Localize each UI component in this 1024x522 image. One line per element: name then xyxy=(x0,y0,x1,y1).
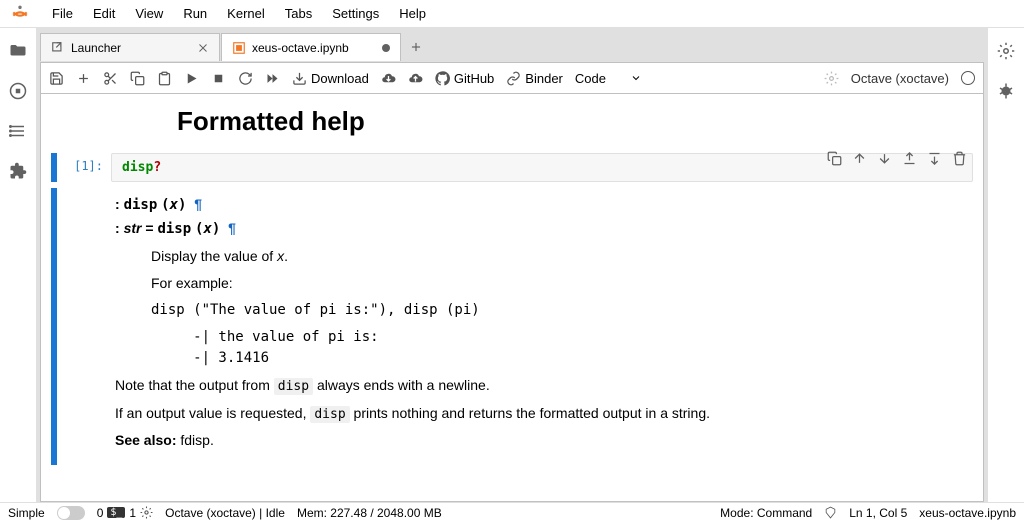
terminal-icon: $_ xyxy=(107,507,125,518)
run-icon[interactable] xyxy=(184,71,199,86)
notebook-toolbar: Download GitHub Binder Code Octave (xoct… xyxy=(40,62,984,94)
lsp-icon xyxy=(140,506,153,519)
download-label: Download xyxy=(311,71,369,86)
main-panel: Launcher xeus-octave.ipynb Download xyxy=(36,28,988,502)
download-icon xyxy=(292,71,307,86)
cloud-download-icon[interactable] xyxy=(381,71,396,86)
tab-bar: Launcher xeus-octave.ipynb xyxy=(40,32,984,62)
insert-below-icon[interactable] xyxy=(927,151,942,166)
github-label: GitHub xyxy=(454,71,494,86)
debugger-icon[interactable] xyxy=(997,82,1015,100)
left-activity-bar xyxy=(0,28,36,502)
toc-icon[interactable] xyxy=(9,122,27,140)
menu-help[interactable]: Help xyxy=(389,6,436,21)
signature-2: : str = disp (x) ¶ xyxy=(115,218,973,240)
kernel-name[interactable]: Octave (xoctave) xyxy=(851,71,949,86)
kernel-status-icon[interactable] xyxy=(961,71,975,85)
cell-prompt: [1]: xyxy=(59,153,111,182)
dirty-indicator-icon xyxy=(382,44,390,52)
cut-icon[interactable] xyxy=(103,71,118,86)
binder-icon xyxy=(506,71,521,86)
output-marker xyxy=(51,188,57,465)
tab-notebook[interactable]: xeus-octave.ipynb xyxy=(221,33,401,61)
menu-run[interactable]: Run xyxy=(173,6,217,21)
new-tab-button[interactable] xyxy=(402,33,430,61)
property-inspector-icon[interactable] xyxy=(997,42,1015,60)
kernel-busy-icon[interactable] xyxy=(824,71,839,86)
insert-above-icon[interactable] xyxy=(902,151,917,166)
restart-icon[interactable] xyxy=(238,71,253,86)
page-title: Formatted help xyxy=(177,106,983,137)
menu-kernel[interactable]: Kernel xyxy=(217,6,275,21)
output-body: : disp (x) ¶ : str = disp (x) ¶ Display … xyxy=(59,188,973,465)
tab-notebook-label: xeus-octave.ipynb xyxy=(252,41,349,55)
memory-status: Mem: 227.48 / 2048.00 MB xyxy=(297,506,442,520)
paste-icon[interactable] xyxy=(157,71,172,86)
save-icon[interactable] xyxy=(49,71,64,86)
notebook-icon xyxy=(232,41,246,55)
notification-icon[interactable] xyxy=(824,506,837,519)
jupyter-logo-icon xyxy=(10,4,30,24)
binder-label: Binder xyxy=(525,71,563,86)
cursor-position[interactable]: Ln 1, Col 5 xyxy=(849,506,907,520)
menu-tabs[interactable]: Tabs xyxy=(275,6,322,21)
cell-output: : disp (x) ¶ : str = disp (x) ¶ Display … xyxy=(51,188,973,465)
close-icon[interactable] xyxy=(197,42,209,54)
binder-button[interactable]: Binder xyxy=(506,71,563,86)
code-cell[interactable]: [1]: disp? xyxy=(51,153,973,182)
running-icon[interactable] xyxy=(9,82,27,100)
move-up-icon[interactable] xyxy=(852,151,867,166)
menu-bar: File Edit View Run Kernel Tabs Settings … xyxy=(0,0,1024,28)
kernel-status[interactable]: Octave (xoctave) | Idle xyxy=(165,506,285,520)
add-cell-icon[interactable] xyxy=(76,71,91,86)
tab-launcher[interactable]: Launcher xyxy=(40,33,220,61)
right-activity-bar xyxy=(988,28,1024,100)
doc-block: Display the value of x. For example: dis… xyxy=(151,246,973,451)
cell-toolbar xyxy=(827,151,967,166)
copy-icon[interactable] xyxy=(130,71,145,86)
menu-edit[interactable]: Edit xyxy=(83,6,125,21)
simple-toggle[interactable] xyxy=(57,506,85,520)
tab-launcher-label: Launcher xyxy=(71,41,121,55)
status-bar: Simple 0 $_ 1 Octave (xoctave) | Idle Me… xyxy=(0,502,1024,522)
github-icon xyxy=(435,71,450,86)
menu-settings[interactable]: Settings xyxy=(322,6,389,21)
menu-view[interactable]: View xyxy=(125,6,173,21)
github-button[interactable]: GitHub xyxy=(435,71,494,86)
celltype-select[interactable]: Code xyxy=(575,71,642,86)
mode-status: Mode: Command xyxy=(720,506,812,520)
filename-status[interactable]: xeus-octave.ipynb xyxy=(919,506,1016,520)
open-tabs-count[interactable]: 0 $_ 1 xyxy=(97,506,153,520)
folder-icon[interactable] xyxy=(9,42,27,60)
notebook-area[interactable]: Formatted help [1]: disp? : xyxy=(40,94,984,502)
delete-cell-icon[interactable] xyxy=(952,151,967,166)
download-button[interactable]: Download xyxy=(292,71,369,86)
celltype-label: Code xyxy=(575,71,606,86)
menu-file[interactable]: File xyxy=(42,6,83,21)
chevron-down-icon xyxy=(630,72,642,84)
stop-icon[interactable] xyxy=(211,71,226,86)
code-token-fn: disp xyxy=(122,160,153,175)
restart-run-all-icon[interactable] xyxy=(265,71,280,86)
simple-label: Simple xyxy=(8,506,45,520)
launcher-icon xyxy=(51,41,65,55)
cloud-upload-icon[interactable] xyxy=(408,71,423,86)
duplicate-cell-icon[interactable] xyxy=(827,151,842,166)
move-down-icon[interactable] xyxy=(877,151,892,166)
extensions-icon[interactable] xyxy=(9,162,27,180)
signature-1: : disp (x) ¶ xyxy=(115,194,973,216)
cell-marker xyxy=(51,153,57,182)
code-token-op: ? xyxy=(153,160,161,175)
